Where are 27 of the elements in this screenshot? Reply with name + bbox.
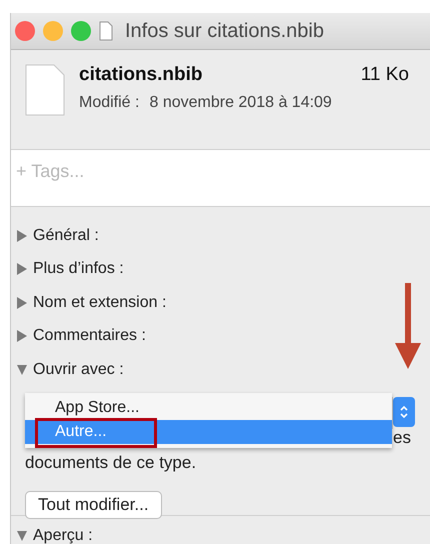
file-size: 11 Ko [360, 64, 409, 86]
menu-item[interactable]: App Store... [25, 396, 392, 420]
change-all-button[interactable]: Tout modifier... [25, 490, 162, 519]
section-label[interactable]: Ouvrir avec : [33, 360, 124, 379]
disclosure-triangle-icon[interactable] [17, 230, 27, 242]
disclosure-triangle-icon[interactable] [17, 330, 27, 342]
disclosure-triangle-icon[interactable] [17, 364, 27, 375]
description-text: documents de ce type. [25, 452, 196, 473]
disclosure-triangle-icon[interactable] [17, 531, 27, 542]
document-icon [99, 21, 113, 42]
section-label[interactable]: Commentaires : [33, 327, 146, 346]
file-name: citations.nbib [79, 64, 202, 86]
modified-date: 8 novembre 2018 à 14:09 [149, 94, 332, 112]
window-title: Infos sur citations.nbib [125, 20, 324, 43]
section-label[interactable]: Général : [33, 226, 99, 245]
section-label[interactable]: Aperçu : [33, 527, 93, 544]
section-label[interactable]: Nom et extension : [33, 294, 166, 312]
popup-stepper-icon[interactable] [393, 396, 415, 427]
disclosure-triangle-icon[interactable] [17, 263, 27, 276]
modified-label: Modifié : [79, 94, 140, 112]
description-text: es [393, 428, 411, 448]
section-label[interactable]: Plus d’infos : [33, 260, 124, 278]
document-icon [25, 64, 65, 116]
disclosure-triangle-icon[interactable] [17, 296, 27, 309]
arrow-icon [394, 283, 422, 369]
close-button[interactable] [15, 21, 35, 42]
tags-field[interactable]: + Tags... [14, 160, 218, 183]
